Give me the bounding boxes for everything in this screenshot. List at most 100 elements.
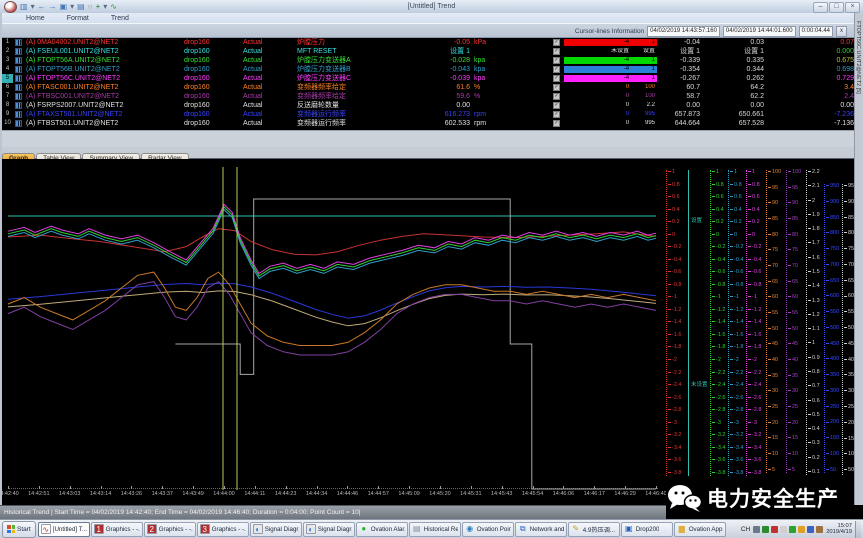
scale-range-bar[interactable]: 02.2 (564, 102, 657, 109)
show-desktop-button[interactable] (855, 521, 861, 538)
point-type-cell (15, 65, 23, 74)
time-tick (101, 486, 102, 489)
tray-icon[interactable] (771, 526, 778, 533)
table-row[interactable]: 6(A) FTASC001.UNIT2@NET2drop160Actual变频器… (2, 83, 855, 92)
scale-range-bar[interactable]: 0100 (564, 93, 657, 100)
scale-check-icon[interactable]: ✓ (553, 120, 560, 127)
taskbar-item[interactable]: ✎4.9热压调... (568, 522, 620, 537)
sparkline-icon[interactable]: ∿ (110, 2, 117, 11)
scale-check-icon[interactable]: ✓ (553, 48, 560, 55)
taskbar-item[interactable]: 1Graphics - -... (91, 522, 143, 537)
tray-icon[interactable] (807, 526, 814, 533)
scale-check-icon[interactable]: ✓ (553, 75, 560, 82)
table-row[interactable]: 4(A) FTOPT56B.UNIT2@NET2drop160Actual炉膛压… (2, 65, 855, 74)
trend-chart[interactable]: 14:42:4014:42:5114:43:0314:43:1414:43:26… (0, 159, 863, 505)
table-row[interactable]: 7(A) FTBSC001.UNIT2@NET2drop160Actual变频器… (2, 92, 855, 101)
start-button[interactable]: Start (2, 521, 36, 538)
scale-check-icon[interactable]: ✓ (553, 84, 560, 91)
properties-icon[interactable]: ▤ (77, 2, 85, 11)
axis-tick-label: 0.6 (712, 195, 725, 200)
tray-icon[interactable] (753, 526, 760, 533)
export-icon[interactable]: ▣ (60, 2, 68, 11)
tray-icon[interactable] (816, 526, 823, 533)
taskbar-item[interactable]: 2Graphics - -... (144, 522, 196, 537)
table-row[interactable]: 3(A) FTOPT56A.UNIT2@NET2drop160Actual炉膛压… (2, 56, 855, 65)
taskbar-item-label: Historical Re... (424, 526, 458, 533)
table-row[interactable]: 1(A) 0MA04002.UNIT2@NET2drop160Actual炉膛压… (2, 38, 855, 47)
row-number: 9 (2, 110, 13, 119)
axis-tick-label: 1 (748, 170, 761, 175)
taskbar-item[interactable]: 3Graphics - -... (197, 522, 249, 537)
cursor-info-close-icon[interactable]: x (836, 26, 847, 37)
scale-range-bar[interactable]: -41 (564, 39, 657, 46)
cursor-delta-field[interactable]: 0:00:04.44 (799, 26, 833, 37)
units-label (474, 47, 506, 56)
right-scroll-strip[interactable]: FTOPT56C.UNIT2@NET2 [5] (854, 13, 863, 505)
taskbar-item[interactable]: ▣Drop200 (621, 522, 673, 537)
taskbar-item[interactable]: ●Ovation Alar... (356, 522, 408, 537)
taskbar-item[interactable]: ⧉Network and... (515, 522, 567, 537)
table-row[interactable]: 10(A) FTBST501.UNIT2@NET2drop160Actual变频… (2, 119, 855, 128)
time-tick (70, 486, 71, 489)
taskbar-item[interactable]: ▆Ovation App... (674, 522, 726, 537)
scale-check-icon[interactable]: ✓ (553, 102, 560, 109)
taskbar-item[interactable]: ▤Historical Re... (409, 522, 461, 537)
cursor1-value: -0.339 (660, 56, 700, 65)
clock[interactable]: 15:07 2019/4/19 (826, 523, 852, 535)
maximize-button[interactable]: □ (829, 2, 844, 13)
axis-tick-label: -3 (668, 421, 681, 426)
table-row[interactable]: 2(A) FSEUL001.UNIT2@NET2drop160ActualMFT… (2, 47, 855, 56)
scale-range-bar[interactable]: -41 (564, 66, 657, 73)
tray-icon[interactable] (762, 526, 769, 533)
scale-range-bar[interactable]: 0995 (564, 111, 657, 118)
table-row[interactable]: 8(A) FSRPS2007.UNIT2@NET2drop160Actual反送… (2, 101, 855, 110)
dropdown-icon[interactable]: ▾ (70, 2, 74, 11)
ribbon-tab-home[interactable]: Home (22, 15, 49, 22)
scale-range-bar[interactable]: 0995 (564, 120, 657, 127)
cursor2-value: 650.661 (724, 110, 764, 119)
add-point-icon[interactable]: + (96, 2, 101, 11)
scale-range-bar[interactable]: -41 (564, 57, 657, 64)
scale-range-bar[interactable]: 0100 (564, 84, 657, 91)
scale-check-icon[interactable]: ✓ (553, 93, 560, 100)
dropdown-icon[interactable]: ▾ (103, 2, 107, 11)
axis-tick-label: 0 (668, 233, 681, 238)
series-mill-count (175, 199, 656, 489)
table-row[interactable]: 9(A) FTAXST501.UNIT2@NET2drop160Actual变频… (2, 110, 855, 119)
drop-name: drop160 (184, 47, 234, 56)
cursor1-time-field[interactable]: 04/02/2019 14:43:57.160 (647, 26, 720, 37)
tray-icon[interactable] (798, 526, 805, 533)
back-icon[interactable]: ← (38, 2, 46, 11)
minimize-button[interactable]: – (813, 2, 828, 13)
scale-check-icon[interactable]: ✓ (553, 66, 560, 73)
scale-check-icon[interactable]: ✓ (553, 57, 560, 64)
app-button[interactable] (4, 1, 17, 13)
zoom-icon[interactable]: ○ (88, 2, 93, 11)
table-row[interactable]: 5(A) FTOPT56C.UNIT2@NET2drop160Actual炉膛压… (2, 74, 855, 83)
taskbar-item[interactable]: ◐Signal Diagra... (250, 522, 302, 537)
scale-range-bar[interactable]: 未设置设置 (564, 48, 657, 55)
tray-icon[interactable] (789, 526, 796, 533)
language-indicator[interactable]: CH (741, 526, 750, 533)
scale-check-icon[interactable]: ✓ (553, 111, 560, 118)
scale-range-bar[interactable]: -41 (564, 75, 657, 82)
taskbar-item[interactable]: ∿[Untitled] T... (38, 522, 90, 537)
dropdown-icon[interactable]: ▾ (31, 2, 35, 11)
delta-value: 0.698 (800, 65, 854, 74)
ribbon-tab-trend[interactable]: Trend (107, 15, 133, 22)
close-button[interactable]: × (845, 2, 860, 13)
trend-type-icon[interactable]: ▥ (20, 2, 28, 11)
tray-icon[interactable] (780, 526, 787, 533)
ribbon-tab-format[interactable]: Format (63, 15, 93, 22)
axis-tick-label: -2.2 (748, 371, 761, 376)
scale-check-icon[interactable]: ✓ (553, 39, 560, 46)
axis-tick-label: -1.6 (668, 333, 681, 338)
axis-tick-label: -3.8 (748, 471, 761, 476)
forward-icon[interactable]: → (49, 2, 57, 11)
taskbar-item[interactable]: ◉Ovation Poin... (462, 522, 514, 537)
axis-tick-label: 75 (788, 248, 801, 253)
cursor2-time-field[interactable]: 04/02/2019 14:44:01.600 (723, 26, 796, 37)
row-number: 1 (2, 38, 13, 47)
taskbar-item[interactable]: ◐Signal Diagra... (303, 522, 355, 537)
point-detail-side-tab[interactable]: FTOPT56C.UNIT2@NET2 [5] (855, 13, 861, 94)
